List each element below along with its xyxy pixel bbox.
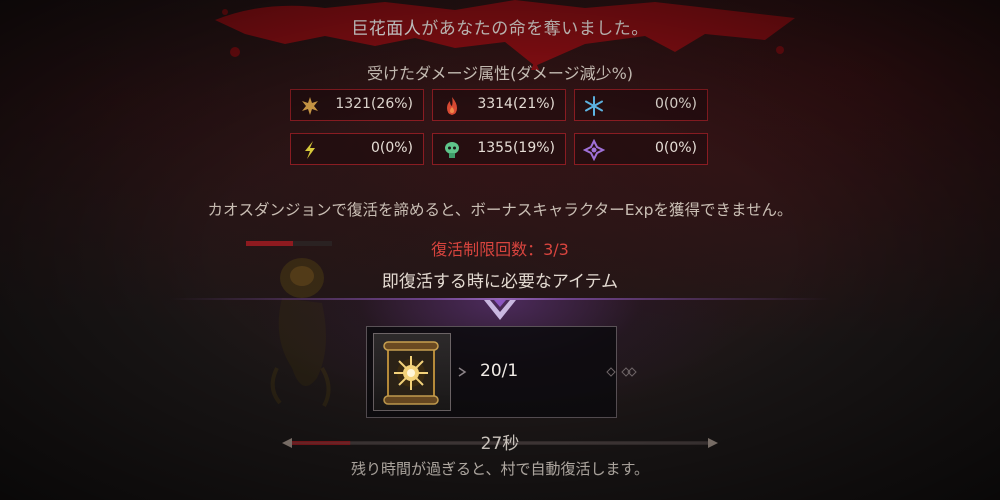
damage-cell-lightning: 0(0%) bbox=[290, 133, 424, 165]
ornament-right-icon bbox=[621, 367, 637, 377]
divider-emblem-icon bbox=[484, 300, 516, 320]
required-item-panel[interactable]: 20/1 bbox=[366, 326, 617, 418]
damage-value: 0(0%) bbox=[654, 96, 697, 112]
enemy-name: 巨花面人 bbox=[351, 19, 422, 39]
poison-icon bbox=[445, 142, 459, 158]
damage-cell-magic: 0(0%) bbox=[574, 133, 708, 165]
damage-value: 3314(21%) bbox=[477, 96, 555, 112]
damage-value: 0(0%) bbox=[654, 140, 697, 156]
magic-icon bbox=[583, 139, 605, 161]
damage-cell-poison: 1355(19%) bbox=[432, 133, 566, 165]
timer-message: 残り時間が過ぎると、村で自動復活します。 bbox=[351, 460, 649, 478]
damage-cell-fire: 3314(21%) bbox=[432, 89, 566, 121]
damage-cell-ice: 0(0%) bbox=[574, 89, 708, 121]
item-count: 20/1 bbox=[480, 361, 519, 381]
lightning-icon bbox=[305, 141, 315, 159]
damage-section-title: 受けたダメージ属性(ダメージ減少%) bbox=[366, 64, 634, 83]
revive-scroll-icon bbox=[383, 341, 439, 405]
timer-label: 27秒 bbox=[480, 434, 520, 454]
chevron-right-icon bbox=[458, 367, 467, 377]
required-item-title: 即復活する時に必要なアイテム bbox=[381, 272, 619, 292]
damage-grid: 1321(26%) 3314(21%) 0(0%) 0(0%) 1355(19%… bbox=[290, 89, 710, 169]
ice-icon bbox=[585, 96, 603, 116]
damage-cell-physical: 1321(26%) bbox=[290, 89, 424, 121]
damage-value: 0(0%) bbox=[370, 140, 413, 156]
physical-icon bbox=[302, 97, 318, 115]
warning-message: カオスダンジョンで復活を諦めると、ボーナスキャラクターExpを獲得できません。 bbox=[207, 201, 793, 219]
damage-value: 1355(19%) bbox=[477, 140, 555, 156]
death-message-suffix: があなたの命を奪いました。 bbox=[421, 19, 649, 39]
death-message: 巨花面人があなたの命を奪いました。 bbox=[0, 14, 1000, 39]
fire-icon bbox=[447, 97, 457, 115]
item-slot[interactable] bbox=[373, 333, 451, 411]
revive-limit: 復活制限回数：3/3 bbox=[431, 240, 569, 259]
damage-value: 1321(26%) bbox=[335, 96, 413, 112]
